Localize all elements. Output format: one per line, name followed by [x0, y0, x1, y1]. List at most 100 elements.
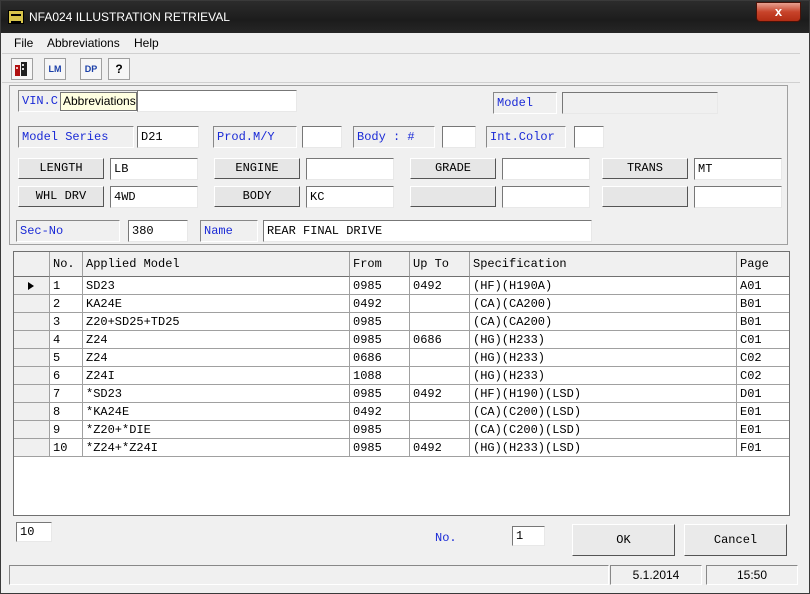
row-indicator[interactable]: [14, 349, 50, 367]
cell-up-to[interactable]: [410, 421, 470, 439]
int-color-field[interactable]: [574, 126, 604, 148]
cell-specification[interactable]: (CA)(C200)(LSD): [470, 421, 737, 439]
blank-button-1[interactable]: [410, 186, 496, 207]
cell-page[interactable]: F01: [737, 439, 789, 457]
cell-up-to[interactable]: [410, 295, 470, 313]
table-header-from[interactable]: From: [350, 252, 410, 277]
body-field[interactable]: KC: [306, 186, 394, 208]
menu-abbreviations[interactable]: Abbreviations: [47, 36, 120, 50]
whl-drv-field[interactable]: 4WD: [110, 186, 198, 208]
cell-page[interactable]: C02: [737, 349, 789, 367]
cell-page[interactable]: D01: [737, 385, 789, 403]
cell-applied-model[interactable]: *KA24E: [83, 403, 350, 421]
cancel-button[interactable]: Cancel: [684, 524, 787, 556]
cell-from[interactable]: 0492: [350, 295, 410, 313]
cell-specification[interactable]: (CA)(C200)(LSD): [470, 403, 737, 421]
cell-no[interactable]: 1: [50, 277, 83, 295]
cell-no[interactable]: 4: [50, 331, 83, 349]
cell-up-to[interactable]: 0492: [410, 439, 470, 457]
cell-from[interactable]: 0985: [350, 313, 410, 331]
row-indicator[interactable]: [14, 295, 50, 313]
blank-field-1[interactable]: [502, 186, 590, 208]
cell-applied-model[interactable]: Z24: [83, 349, 350, 367]
cell-no[interactable]: 5: [50, 349, 83, 367]
cell-specification[interactable]: (HG)(H233): [470, 331, 737, 349]
cell-specification[interactable]: (CA)(CA200): [470, 295, 737, 313]
sec-no-field[interactable]: 380: [128, 220, 188, 242]
cell-page[interactable]: B01: [737, 313, 789, 331]
vin-field[interactable]: [137, 90, 297, 112]
blank-button-2[interactable]: [602, 186, 688, 207]
row-indicator[interactable]: [14, 331, 50, 349]
body-button[interactable]: BODY: [214, 186, 300, 207]
close-button[interactable]: x: [756, 2, 801, 22]
length-field[interactable]: LB: [110, 158, 198, 180]
row-indicator[interactable]: [14, 439, 50, 457]
engine-field[interactable]: [306, 158, 394, 180]
menu-help[interactable]: Help: [134, 36, 159, 50]
cell-no[interactable]: 6: [50, 367, 83, 385]
cell-from[interactable]: 0985: [350, 331, 410, 349]
length-button[interactable]: LENGTH: [18, 158, 104, 179]
no-input[interactable]: 1: [512, 526, 545, 546]
cell-from[interactable]: 0985: [350, 385, 410, 403]
grade-field[interactable]: [502, 158, 590, 180]
row-indicator[interactable]: [14, 367, 50, 385]
cell-specification[interactable]: (HG)(H233): [470, 349, 737, 367]
cell-page[interactable]: C02: [737, 367, 789, 385]
row-indicator[interactable]: [14, 421, 50, 439]
row-indicator[interactable]: [14, 313, 50, 331]
cell-up-to[interactable]: 0492: [410, 277, 470, 295]
cell-up-to[interactable]: 0686: [410, 331, 470, 349]
cell-applied-model[interactable]: *SD23: [83, 385, 350, 403]
cell-page[interactable]: A01: [737, 277, 789, 295]
trans-field[interactable]: MT: [694, 158, 782, 180]
cell-applied-model[interactable]: *Z24+*Z24I: [83, 439, 350, 457]
model-field[interactable]: [562, 92, 718, 114]
menu-file[interactable]: File: [14, 36, 33, 50]
cell-specification[interactable]: (HG)(H233): [470, 367, 737, 385]
table-header-applied-model[interactable]: Applied Model: [83, 252, 350, 277]
cell-up-to[interactable]: 0492: [410, 385, 470, 403]
row-indicator[interactable]: [14, 403, 50, 421]
cell-applied-model[interactable]: Z24: [83, 331, 350, 349]
cell-page[interactable]: C01: [737, 331, 789, 349]
cell-from[interactable]: 1088: [350, 367, 410, 385]
cell-up-to[interactable]: [410, 313, 470, 331]
dp-button[interactable]: DP: [80, 58, 102, 80]
cell-applied-model[interactable]: KA24E: [83, 295, 350, 313]
cell-from[interactable]: 0492: [350, 403, 410, 421]
cell-applied-model[interactable]: Z20+SD25+TD25: [83, 313, 350, 331]
body-no-field[interactable]: [442, 126, 476, 148]
cell-up-to[interactable]: [410, 403, 470, 421]
cell-from[interactable]: 0985: [350, 421, 410, 439]
parts-table[interactable]: No. Applied Model From Up To Specificati…: [13, 251, 790, 516]
cell-from[interactable]: 0985: [350, 439, 410, 457]
cell-up-to[interactable]: [410, 349, 470, 367]
row-indicator[interactable]: [14, 277, 50, 295]
table-header-no[interactable]: No.: [50, 252, 83, 277]
whl-drv-button[interactable]: WHL DRV: [18, 186, 104, 207]
help-button[interactable]: ?: [108, 58, 130, 80]
cell-up-to[interactable]: [410, 367, 470, 385]
cell-from[interactable]: 0686: [350, 349, 410, 367]
cell-no[interactable]: 7: [50, 385, 83, 403]
cell-applied-model[interactable]: SD23: [83, 277, 350, 295]
cell-specification[interactable]: (HF)(H190A): [470, 277, 737, 295]
lm-button[interactable]: LM: [44, 58, 66, 80]
engine-button[interactable]: ENGINE: [214, 158, 300, 179]
cell-applied-model[interactable]: *Z20+*DIE: [83, 421, 350, 439]
cell-specification[interactable]: (HG)(H233)(LSD): [470, 439, 737, 457]
cell-no[interactable]: 10: [50, 439, 83, 457]
row-indicator[interactable]: [14, 385, 50, 403]
grade-button[interactable]: GRADE: [410, 158, 496, 179]
blank-field-2[interactable]: [694, 186, 782, 208]
building-icon-button[interactable]: [11, 58, 33, 80]
table-header-specification[interactable]: Specification: [470, 252, 737, 277]
prod-my-field[interactable]: [302, 126, 342, 148]
table-header-up-to[interactable]: Up To: [410, 252, 470, 277]
table-header-page[interactable]: Page: [737, 252, 789, 277]
cell-no[interactable]: 9: [50, 421, 83, 439]
cell-no[interactable]: 2: [50, 295, 83, 313]
cell-specification[interactable]: (HF)(H190)(LSD): [470, 385, 737, 403]
